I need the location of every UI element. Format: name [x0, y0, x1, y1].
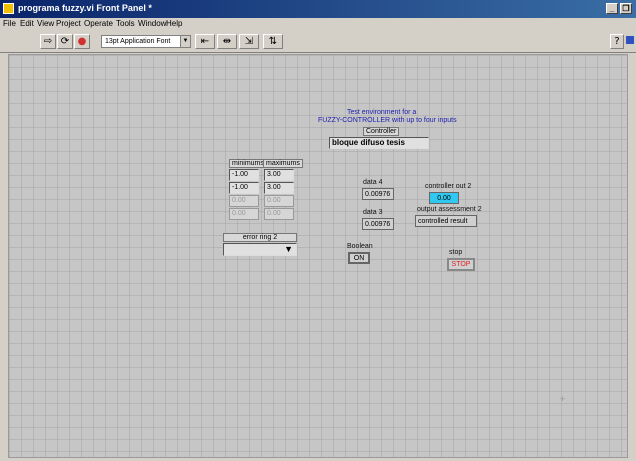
run-continuously-icon[interactable]: ⟳ — [57, 34, 73, 49]
minimum-1-field[interactable]: -1.00 — [229, 169, 259, 181]
font-ring[interactable]: 13pt Application Font ▼ — [101, 35, 191, 48]
window-title: programa fuzzy.vi Front Panel * — [18, 3, 152, 13]
maximum-4-field[interactable]: 0.00 — [264, 208, 294, 220]
error-ring-dropdown[interactable]: ▼ — [223, 243, 297, 256]
data4-indicator: 0.00976 — [362, 188, 394, 200]
output-assessment-label: output assessment 2 — [417, 206, 482, 213]
stop-button[interactable]: STOP — [447, 258, 475, 271]
error-ring-label: error ring 2 — [223, 233, 297, 242]
menu-bar: File Edit View Project Operate Tools Win… — [0, 18, 636, 31]
resize-objects-icon[interactable]: ⇲ — [239, 34, 259, 49]
boolean-indicator[interactable]: ON — [348, 252, 370, 264]
restore-button[interactable]: ❐ — [620, 3, 632, 14]
maximum-3-field[interactable]: 0.00 — [264, 195, 294, 207]
align-objects-icon[interactable]: ⇤ — [195, 34, 215, 49]
run-arrow-icon[interactable]: ⇨ — [40, 34, 56, 49]
maximums-label: maximums — [263, 159, 303, 168]
minimum-3-field[interactable]: 0.00 — [229, 195, 259, 207]
toolbar: ⇨ ⟳ ● 13pt Application Font ▼ ⇤ ⇹ ⇲ ⇅ ? — [0, 31, 636, 53]
labview-vi-icon — [3, 3, 14, 14]
heading-line-2: FUZZY-CONTROLLER with up to four inputs — [318, 117, 457, 124]
data3-indicator: 0.00976 — [362, 218, 394, 230]
minimum-2-field[interactable]: -1.00 — [229, 182, 259, 194]
menu-window[interactable]: Window — [138, 19, 166, 28]
menu-edit[interactable]: Edit — [20, 19, 34, 28]
help-icon[interactable]: ? — [610, 34, 624, 49]
minimize-button[interactable]: _ — [606, 3, 618, 14]
boolean-label: Boolean — [347, 243, 373, 250]
controller-label: Controller — [363, 127, 400, 136]
controller-out-indicator: 0.00 — [429, 192, 459, 204]
data4-label: data 4 — [363, 179, 383, 186]
distribute-objects-icon[interactable]: ⇹ — [217, 34, 237, 49]
font-ring-label: 13pt Application Font — [105, 38, 171, 45]
heading-line-1: Test environment for a — [347, 109, 417, 116]
output-assessment-indicator: controlled result — [415, 215, 477, 227]
controller-out-label: controller out 2 — [425, 183, 472, 190]
maximum-1-field[interactable]: 3.00 — [264, 169, 294, 181]
data3-label: data 3 — [363, 209, 383, 216]
maximum-2-field[interactable]: 3.00 — [264, 182, 294, 194]
menu-help[interactable]: Help — [166, 19, 182, 28]
vi-connector-icon[interactable] — [626, 36, 634, 44]
menu-tools[interactable]: Tools — [116, 19, 135, 28]
menu-view[interactable]: View — [37, 19, 54, 28]
title-bar: programa fuzzy.vi Front Panel * _ ❐ — [0, 0, 636, 18]
menu-project[interactable]: Project — [56, 19, 81, 28]
reorder-icon[interactable]: ⇅ — [263, 34, 283, 49]
minimums-label: minimums — [229, 159, 267, 168]
front-panel: Test environment for a FUZZY-CONTROLLER … — [8, 54, 628, 458]
crosshair-marker-icon: + — [560, 394, 566, 404]
chevron-down-icon: ▼ — [284, 244, 293, 254]
abort-icon[interactable]: ● — [74, 34, 90, 49]
minimum-4-field[interactable]: 0.00 — [229, 208, 259, 220]
menu-file[interactable]: File — [3, 19, 16, 28]
stop-label: stop — [449, 249, 463, 256]
controller-path-field[interactable]: bloque difuso tesis — [329, 137, 429, 149]
chevron-down-icon: ▼ — [180, 36, 190, 47]
menu-operate[interactable]: Operate — [84, 19, 113, 28]
